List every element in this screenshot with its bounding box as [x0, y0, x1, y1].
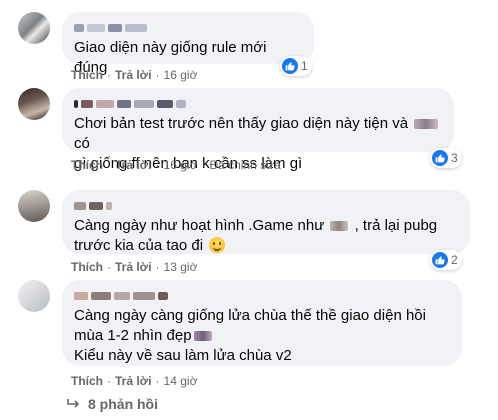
comment-actions: Thích · Trả lời · 14 giờ [71, 374, 198, 388]
comment-actions: Thích · Trả lời · 13 giờ [71, 260, 198, 274]
avatar[interactable] [18, 190, 50, 222]
more-replies-label: 8 phản hồi [88, 396, 158, 412]
timestamp[interactable]: 14 giờ [164, 374, 198, 388]
like-button[interactable]: Thích [71, 374, 103, 388]
edited-label[interactable]: Đã chỉnh sửa [209, 158, 280, 172]
author-name-redacted[interactable] [74, 288, 450, 304]
comment-bubble: Càng ngày như hoạt hình .Game như , trả … [62, 190, 470, 254]
author-name-redacted[interactable] [74, 96, 442, 112]
author-name-redacted[interactable] [74, 20, 302, 36]
like-button[interactable]: Thích [71, 68, 103, 82]
timestamp[interactable]: 13 giờ [164, 260, 198, 274]
comment-bubble: Chơi bản test trước nên thấy giao diện n… [62, 88, 454, 172]
reply-button[interactable]: Trả lời [115, 68, 152, 82]
like-reaction-icon [432, 150, 448, 166]
comment-text: Càng ngày như hoạt hình .Game như , trả … [74, 217, 438, 254]
timestamp[interactable]: 16 giờ [164, 158, 198, 172]
author-name-redacted[interactable] [74, 198, 458, 214]
redacted-word [330, 221, 349, 232]
comment-text: Càng ngày càng giống lửa chùa thế thề gi… [74, 307, 426, 364]
reaction-count[interactable]: 3 [430, 148, 462, 168]
avatar[interactable] [18, 88, 50, 120]
smile-emoji-icon [209, 237, 226, 253]
redacted-word [193, 331, 212, 342]
comment-bubble: Càng ngày càng giống lửa chùa thế thề gi… [62, 280, 462, 366]
comment-bubble: Giao diện này giống rule mới đúng [62, 12, 314, 76]
view-more-replies-button[interactable]: 8 phản hồi [66, 396, 158, 412]
reaction-count[interactable]: 1 [280, 56, 312, 76]
avatar[interactable] [18, 12, 50, 44]
like-button[interactable]: Thích [71, 260, 103, 274]
comment-actions: Thích · Trả lời · 16 giờ · Đã chỉnh sửa [71, 158, 281, 172]
avatar[interactable] [18, 280, 50, 312]
reply-button[interactable]: Trả lời [115, 158, 152, 172]
reply-button[interactable]: Trả lời [115, 260, 152, 274]
redacted-word [414, 119, 439, 130]
like-button[interactable]: Thích [71, 158, 103, 172]
like-reaction-icon [282, 58, 298, 74]
comment-actions: Thích · Trả lời · 16 giờ [71, 68, 198, 82]
timestamp[interactable]: 16 giờ [164, 68, 198, 82]
reply-button[interactable]: Trả lời [115, 374, 152, 388]
like-reaction-icon [432, 252, 448, 268]
reaction-count[interactable]: 2 [430, 250, 462, 270]
reply-arrow-icon [67, 399, 80, 408]
